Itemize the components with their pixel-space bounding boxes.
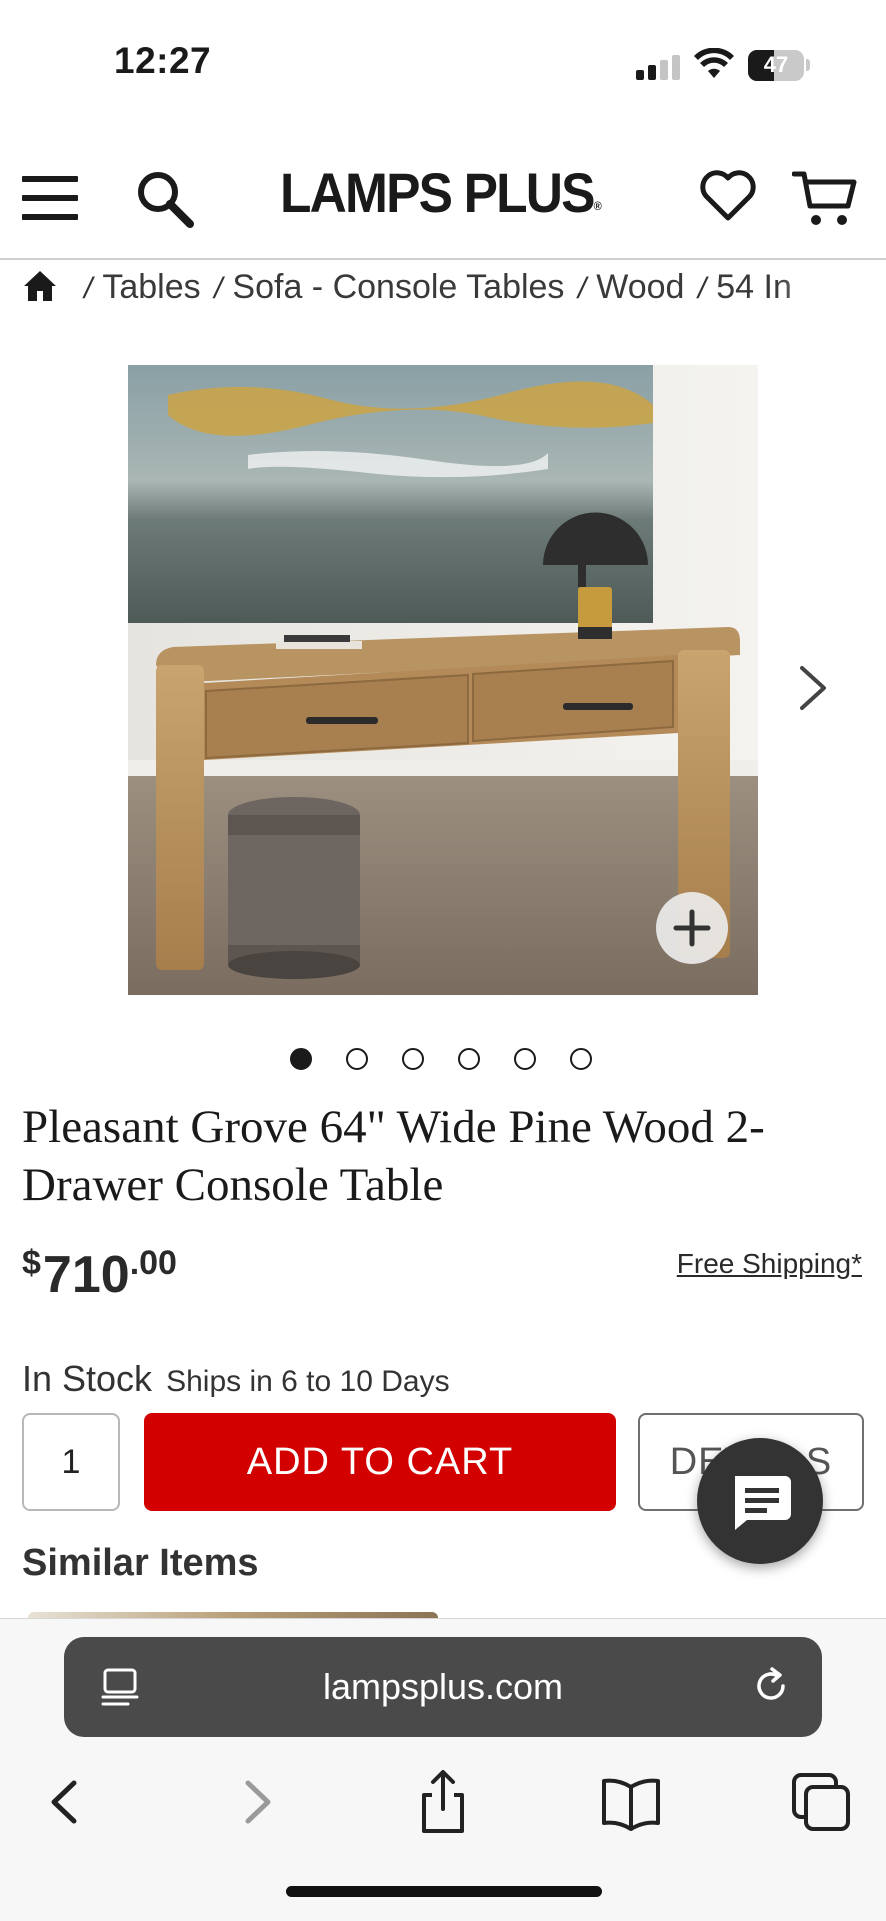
- site-header: LAMPS PLUS®: [0, 146, 886, 260]
- quantity-input[interactable]: 1: [22, 1413, 120, 1511]
- similar-items-heading: Similar Items: [22, 1542, 259, 1584]
- free-shipping-link[interactable]: Free Shipping*: [677, 1248, 862, 1280]
- ships-estimate: Ships in 6 to 10 Days: [166, 1365, 450, 1398]
- reload-icon[interactable]: [750, 1665, 792, 1707]
- image-carousel-dots: [290, 1048, 610, 1072]
- cart-icon[interactable]: [792, 168, 858, 230]
- battery-level: 47: [763, 52, 789, 77]
- add-to-cart-button[interactable]: ADD TO CART: [144, 1413, 616, 1511]
- stock-status: In Stock Ships in 6 to 10 Days: [22, 1358, 450, 1400]
- zoom-button[interactable]: [656, 892, 728, 964]
- share-icon[interactable]: [408, 1767, 478, 1837]
- wifi-icon: [694, 48, 734, 78]
- breadcrumb-fade: [776, 262, 886, 314]
- breadcrumb-separator: /: [697, 272, 707, 305]
- breadcrumb: / Tables / Sofa - Console Tables / Wood /54…: [0, 262, 886, 314]
- chat-icon: [735, 1476, 791, 1530]
- battery-nub: [806, 59, 810, 71]
- breadcrumb-item-tables[interactable]: Tables: [102, 268, 200, 306]
- back-icon[interactable]: [30, 1767, 100, 1837]
- breadcrumb-separator: /: [577, 272, 587, 305]
- product-price: $710.00: [22, 1244, 177, 1305]
- url-text: lampsplus.com: [322, 1666, 564, 1707]
- product-title: Pleasant Grove 64" Wide Pine Wood 2-Draw…: [22, 1101, 765, 1211]
- breadcrumb-separator: /: [214, 272, 223, 305]
- tabs-icon[interactable]: [786, 1767, 856, 1837]
- cellular-signal-icon: [636, 55, 682, 80]
- url-bar[interactable]: lampsplus.com: [64, 1637, 822, 1737]
- in-stock-label: In Stock: [22, 1358, 153, 1399]
- carousel-dot[interactable]: [290, 1048, 312, 1070]
- status-time: 12:27: [114, 40, 212, 81]
- browser-chrome: lampsplus.com: [0, 1618, 886, 1921]
- carousel-dot[interactable]: [570, 1048, 592, 1070]
- chat-button[interactable]: [697, 1438, 823, 1564]
- carousel-dot[interactable]: [402, 1048, 424, 1070]
- carousel-dot[interactable]: [458, 1048, 480, 1070]
- breadcrumb-item-sofa-console-tables[interactable]: Sofa - Console Tables: [232, 268, 564, 306]
- price-dollars: 710: [42, 1246, 130, 1304]
- price-cents: .00: [129, 1244, 177, 1282]
- site-logo[interactable]: LAMPS PLUS®: [280, 160, 602, 225]
- breadcrumb-separator: /: [84, 272, 93, 305]
- home-icon[interactable]: [22, 268, 58, 304]
- carousel-dot[interactable]: [514, 1048, 536, 1070]
- price-currency: $: [22, 1244, 41, 1282]
- plus-icon: [673, 909, 711, 947]
- battery-icon: 47: [748, 50, 804, 81]
- home-indicator: [286, 1886, 602, 1897]
- heart-icon[interactable]: [698, 166, 758, 226]
- forward-icon[interactable]: [222, 1767, 292, 1837]
- next-image-arrow-icon[interactable]: [796, 664, 830, 712]
- bookmarks-icon[interactable]: [596, 1767, 666, 1837]
- carousel-dot[interactable]: [346, 1048, 368, 1070]
- menu-icon[interactable]: [22, 176, 78, 220]
- breadcrumb-item-wood[interactable]: Wood: [596, 268, 684, 306]
- search-icon[interactable]: [134, 168, 196, 230]
